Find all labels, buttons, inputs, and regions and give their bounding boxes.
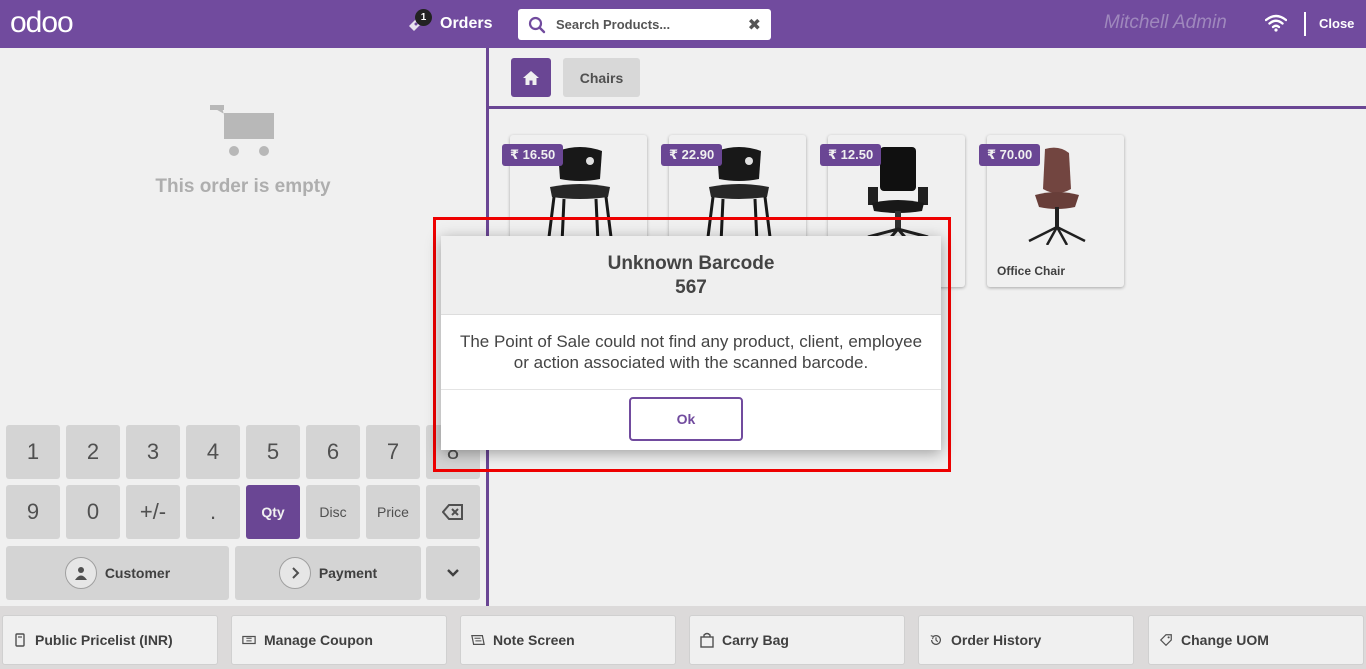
unknown-barcode-dialog: Unknown Barcode 567 The Point of Sale co… — [441, 236, 941, 450]
close-button[interactable]: Close — [1319, 16, 1354, 31]
dialog-barcode: 567 — [675, 277, 707, 298]
search-box[interactable]: Search Products... ✖ — [518, 9, 771, 40]
dialog-header: Unknown Barcode 567 — [441, 236, 941, 315]
orders-count-badge: 1 — [415, 9, 432, 26]
ok-button[interactable]: Ok — [629, 397, 743, 441]
user-name: Mitchell Admin — [1104, 12, 1227, 33]
clear-search-icon[interactable]: ✖ — [748, 15, 761, 35]
odoo-logo: odoo — [10, 6, 74, 39]
dialog-message: The Point of Sale could not find any pro… — [441, 315, 941, 390]
orders-button[interactable]: 1 Orders — [404, 9, 493, 38]
header-divider — [1304, 12, 1306, 36]
search-icon — [528, 16, 546, 34]
ticket-icon: 1 — [404, 9, 432, 36]
wifi-icon — [1265, 14, 1287, 32]
top-bar: odoo 1 Orders Search Products... ✖ Mitch… — [0, 0, 1366, 48]
dialog-title: Unknown Barcode — [607, 253, 775, 274]
search-input[interactable]: Search Products... — [556, 17, 670, 32]
orders-label: Orders — [440, 15, 493, 32]
